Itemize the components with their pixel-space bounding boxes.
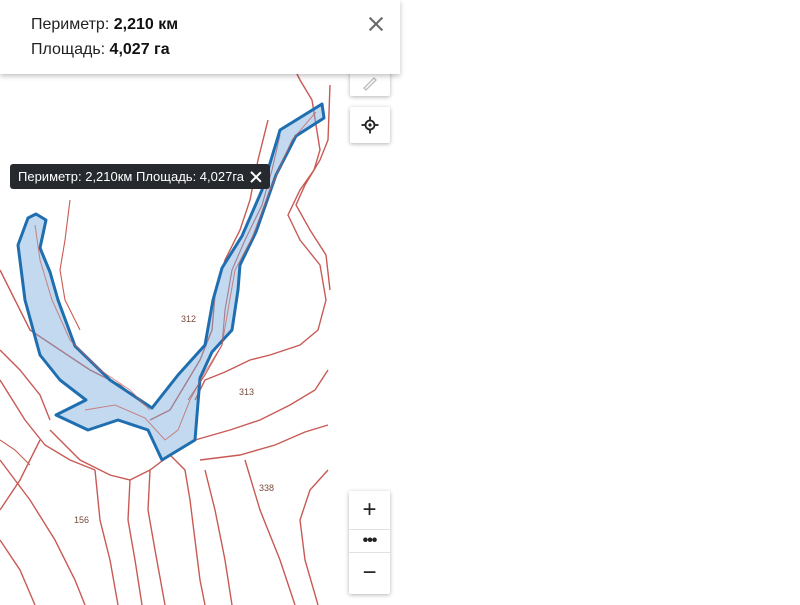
more-dots-icon: ••• xyxy=(362,532,378,549)
area-label: Площадь: xyxy=(31,41,110,58)
zoom-in-button[interactable]: + xyxy=(349,491,390,529)
parcel-number-338: 338 xyxy=(259,483,274,493)
area-row: Площадь: 4,027 га xyxy=(31,41,170,59)
measurement-tooltip: Периметр: 2,210км Площадь: 4,027га xyxy=(10,164,271,189)
minus-icon: − xyxy=(362,559,377,586)
locate-button[interactable] xyxy=(350,107,390,143)
zoom-out-button[interactable]: − xyxy=(349,552,390,594)
cadastral-map[interactable]: 312 313 338 156 xyxy=(0,0,400,605)
tooltip-close-icon[interactable] xyxy=(250,171,262,183)
zoom-controls: + ••• − xyxy=(349,491,390,594)
perimeter-value: 2,210 км xyxy=(113,16,179,33)
perimeter-label: Периметр: xyxy=(31,16,114,33)
perimeter-row: Периметр: 2,210 км xyxy=(31,16,178,34)
area-value: 4,027 га xyxy=(109,41,170,58)
crosshair-icon xyxy=(361,116,379,134)
measurement-info-panel: Периметр: 2,210 км Площадь: 4,027 га xyxy=(0,0,400,74)
selected-area-polygon[interactable] xyxy=(16,102,326,462)
map-canvas[interactable]: 312 313 338 156 Периметр: 2,210км Площад… xyxy=(0,0,400,605)
parcel-number-312: 312 xyxy=(181,314,196,324)
parcel-number-313: 313 xyxy=(239,387,254,397)
close-icon[interactable] xyxy=(366,14,386,34)
ruler-icon xyxy=(363,77,377,91)
more-options-button[interactable]: ••• xyxy=(349,529,390,553)
parcel-number-156: 156 xyxy=(74,515,89,525)
plus-icon: + xyxy=(362,496,377,523)
tooltip-text: Периметр: 2,210км Площадь: 4,027га xyxy=(18,169,245,184)
